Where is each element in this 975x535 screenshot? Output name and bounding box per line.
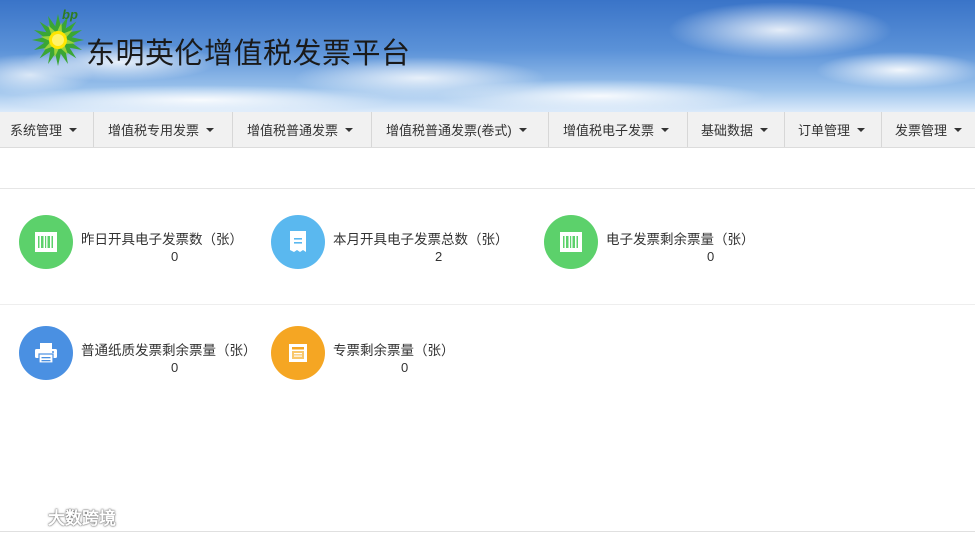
- caret-down-icon: [518, 127, 527, 132]
- stat-label: 专票剩余票量（张）: [333, 343, 455, 358]
- nav-order-management[interactable]: 订单管理: [785, 112, 882, 147]
- nav-label: 订单管理: [798, 123, 851, 138]
- nav-label: 增值税专用发票: [108, 123, 200, 138]
- barcode-icon: [35, 232, 57, 252]
- page-header: bp 东明英伦增值税发票平台: [0, 0, 975, 112]
- nav-label: 基础数据: [701, 123, 754, 138]
- stat-value: 0: [707, 249, 715, 264]
- barcode-icon: [560, 232, 582, 252]
- nav-invoice-management[interactable]: 发票管理: [882, 112, 975, 147]
- receipt-icon: [290, 231, 306, 252]
- nav-label: 增值税电子发票: [563, 123, 655, 138]
- stat-value: 0: [171, 360, 179, 375]
- caret-down-icon: [345, 127, 354, 132]
- site-title: 东明英伦增值税发票平台: [86, 38, 411, 70]
- nav-vat-special-invoice[interactable]: 增值税专用发票: [94, 112, 233, 147]
- stat-e-invoice-remaining: 电子发票剩余票量（张） 0: [544, 215, 774, 271]
- caret-down-icon: [857, 127, 866, 132]
- main-nav: 系统管理 增值税专用发票 增值税普通发票 增值税普通发票(卷式) 增值税电子发票…: [0, 112, 975, 148]
- nav-vat-electronic-invoice[interactable]: 增值税电子发票: [549, 112, 688, 147]
- nav-label: 增值税普通发票(卷式): [386, 123, 512, 138]
- nav-vat-normal-invoice-roll[interactable]: 增值税普通发票(卷式): [372, 112, 549, 147]
- nav-label: 增值税普通发票: [247, 123, 339, 138]
- stat-label: 本月开具电子发票总数（张）: [333, 232, 509, 247]
- nav-label: 发票管理: [895, 123, 948, 138]
- stat-value: 0: [171, 249, 179, 264]
- caret-down-icon: [69, 127, 78, 132]
- stat-month-e-invoices: 本月开具电子发票总数（张） 2: [271, 215, 521, 271]
- nav-label: 系统管理: [10, 123, 63, 138]
- stat-yesterday-e-invoices: 昨日开具电子发票数（张） 0: [19, 215, 259, 271]
- stat-icon-circle: [271, 215, 325, 269]
- stat-icon-circle: [271, 326, 325, 380]
- stat-paper-invoice-remaining: 普通纸质发票剩余票量（张） 0: [19, 326, 269, 382]
- watermark-text: 大数跨境: [48, 509, 116, 528]
- nav-basic-data[interactable]: 基础数据: [688, 112, 785, 147]
- stat-label: 电子发票剩余票量（张）: [606, 232, 755, 247]
- ticket-icon: [289, 344, 307, 362]
- section-divider: [0, 188, 975, 189]
- stat-value: 0: [401, 360, 409, 375]
- section-divider: [0, 304, 975, 305]
- printer-icon: [35, 343, 57, 364]
- stat-label: 昨日开具电子发票数（张）: [81, 232, 243, 247]
- stat-label: 普通纸质发票剩余票量（张）: [81, 343, 257, 358]
- caret-down-icon: [206, 127, 215, 132]
- watermark-logo-icon: [8, 507, 44, 525]
- stat-special-invoice-remaining: 专票剩余票量（张） 0: [271, 326, 471, 382]
- stat-icon-circle: [544, 215, 598, 269]
- stat-value: 2: [435, 249, 443, 264]
- caret-down-icon: [661, 127, 670, 132]
- bottom-border: [0, 531, 975, 532]
- caret-down-icon: [760, 127, 769, 132]
- stat-icon-circle: [19, 326, 73, 380]
- stat-icon-circle: [19, 215, 73, 269]
- bp-logo-text: bp: [62, 7, 78, 22]
- nav-system-management[interactable]: 系统管理: [0, 112, 94, 147]
- watermark: 大数跨境: [8, 504, 116, 529]
- nav-vat-normal-invoice[interactable]: 增值税普通发票: [233, 112, 372, 147]
- caret-down-icon: [954, 127, 963, 132]
